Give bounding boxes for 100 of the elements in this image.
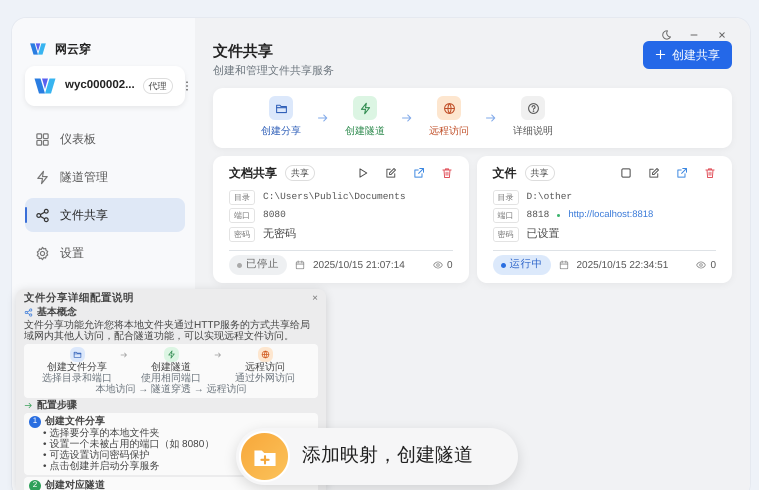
sidebar-item[interactable]: 文件共享 <box>25 198 185 232</box>
lightning-icon <box>166 350 176 359</box>
field-label: 密码 <box>229 226 255 242</box>
flow-label: 创建文件分享 <box>47 362 107 373</box>
tag-badge: 共享 <box>524 164 554 181</box>
step-tile[interactable] <box>269 96 293 120</box>
role-badge: 代理 <box>142 78 173 94</box>
field-label: 目录 <box>492 190 518 205</box>
external-link-icon <box>412 166 424 179</box>
page-subtitle: 创建和管理文件共享服务 <box>213 64 334 80</box>
view-count: 0 <box>446 258 452 273</box>
create-share-button[interactable]: 创建共享 <box>643 40 732 69</box>
globe-icon <box>442 102 456 115</box>
step-number: 1 <box>29 416 41 428</box>
field-value: 无密码 <box>263 226 296 242</box>
url-link[interactable]: http://localhost:8818 <box>568 208 654 222</box>
lightning-icon <box>35 170 50 184</box>
section-heading: 基本概念 <box>37 306 77 318</box>
eye-icon <box>432 260 443 270</box>
field-label: 端口 <box>492 208 518 223</box>
sidebar-item[interactable]: 设置 <box>25 236 185 270</box>
close-button[interactable]: × <box>312 294 318 304</box>
open-button[interactable] <box>676 166 688 179</box>
open-button[interactable] <box>412 166 424 179</box>
arrow-icon <box>214 350 222 359</box>
section-heading: 配置步骤 <box>37 400 77 411</box>
delete-button[interactable] <box>704 166 716 179</box>
share-icon <box>24 308 33 317</box>
eye-icon <box>696 260 706 270</box>
external-link-icon <box>676 166 688 179</box>
step-label[interactable]: 远程访问 <box>429 124 469 140</box>
share-name: 文档共享 <box>229 164 277 182</box>
moon-icon <box>660 28 672 41</box>
settings-icon <box>35 246 50 260</box>
tag-badge: 共享 <box>285 164 315 181</box>
edit-icon <box>384 166 396 179</box>
step-number: 2 <box>29 480 41 490</box>
step-label[interactable]: 创建隧道 <box>345 124 385 140</box>
step-bullet: • 点击创建并启动分享服务 <box>42 460 160 472</box>
step-tile[interactable] <box>353 96 377 120</box>
flow-caption: 本地访问 → 隧道穿透 → 远程访问 <box>94 384 248 395</box>
step-label[interactable]: 创建分享 <box>261 124 301 140</box>
app-name: 网云穿 <box>55 41 91 58</box>
arrow-icon <box>24 400 33 410</box>
status-badge: 已停止 <box>229 255 287 276</box>
step-bullet: • 选择要分享的本地文件夹 <box>42 428 160 439</box>
stop-button[interactable] <box>620 166 632 179</box>
share-icon <box>35 208 50 222</box>
grid-icon <box>35 132 50 146</box>
field-label: 端口 <box>229 208 255 223</box>
step-tile[interactable] <box>437 96 461 120</box>
calendar-icon <box>295 260 305 270</box>
arrow-icon <box>401 112 413 124</box>
created-date: 2025/10/15 21:07:14 <box>313 258 405 273</box>
globe-icon <box>260 350 270 359</box>
field-value: D:\other <box>526 190 572 204</box>
toast-message: 添加映射，创建隧道 <box>302 444 473 468</box>
flow-sublabel: 通过外网访问 <box>235 372 295 384</box>
folder-icon <box>72 350 82 359</box>
edit-button[interactable] <box>648 166 660 179</box>
flow-sublabel: 选择目录和端口 <box>42 372 112 384</box>
status-badge: 运行中 <box>492 255 550 276</box>
flow-label: 创建隧道 <box>151 362 191 373</box>
plus-icon <box>655 49 666 60</box>
lightning-icon <box>358 102 372 115</box>
trash-icon <box>704 166 716 179</box>
edit-button[interactable] <box>384 166 396 179</box>
created-date: 2025/10/15 22:34:51 <box>576 258 668 273</box>
username: wyc000002... <box>65 78 135 94</box>
sidebar-item[interactable]: 仪表板 <box>25 122 185 156</box>
share-name: 文件 <box>492 164 516 182</box>
start-button[interactable] <box>356 166 368 179</box>
step-title: 创建对应隧道 <box>45 480 105 490</box>
calendar-icon <box>558 260 568 270</box>
sidebar-item[interactable]: 隧道管理 <box>25 160 185 194</box>
edit-icon <box>648 166 660 179</box>
field-value: C:\Users\Public\Documents <box>263 190 406 204</box>
trash-icon <box>440 166 452 179</box>
play-icon <box>356 166 368 179</box>
delete-button[interactable] <box>440 166 452 179</box>
field-value: 8818 <box>526 208 550 222</box>
flow-label: 远程访问 <box>245 362 285 373</box>
field-label: 密码 <box>492 226 518 242</box>
guide-title: 文件分享详细配置说明 <box>24 293 134 305</box>
arrow-icon <box>485 112 497 124</box>
help-icon <box>526 102 540 115</box>
view-count: 0 <box>710 258 716 273</box>
stop-icon <box>620 166 632 179</box>
step-title: 创建文件分享 <box>45 416 105 428</box>
theme-toggle[interactable] <box>660 28 672 41</box>
step-bullet: • 可选设置访问密码保护 <box>42 450 150 461</box>
page-title: 文件共享 <box>213 42 274 62</box>
concept-text: 文件分享功能允许您将本地文件夹通过HTTP服务的方式共享给局域网内其他人访问，配合隧道功能，可以实现远程文件访问。 <box>24 320 312 342</box>
step-bullet: • 设置一个未被占用的端口（如 8080） <box>42 438 216 450</box>
step-tile[interactable] <box>521 96 545 120</box>
status-dot <box>557 214 560 217</box>
folder-icon <box>274 102 288 115</box>
arrow-icon <box>120 350 128 359</box>
step-label[interactable]: 详细说明 <box>513 124 553 140</box>
field-label: 目录 <box>229 190 255 205</box>
